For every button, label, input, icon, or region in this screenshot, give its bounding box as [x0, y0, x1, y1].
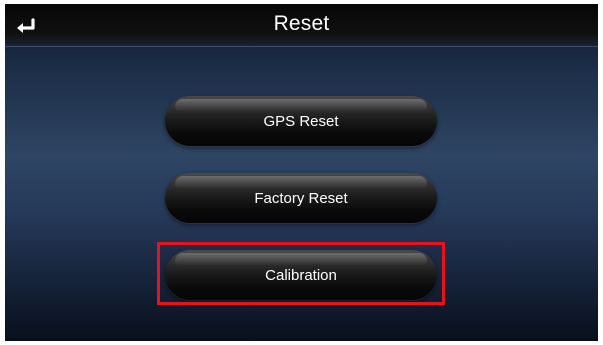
- calibration-button[interactable]: Calibration: [165, 250, 437, 300]
- factory-reset-button[interactable]: Factory Reset: [165, 173, 437, 223]
- title-bar: Reset: [5, 4, 598, 47]
- gps-reset-label: GPS Reset: [263, 112, 339, 130]
- calibration-label: Calibration: [265, 266, 337, 284]
- reset-screen: Reset GPS Reset Factory Reset Calibratio…: [5, 4, 598, 341]
- page-title: Reset: [273, 12, 330, 35]
- factory-reset-label: Factory Reset: [254, 189, 348, 207]
- gps-reset-button[interactable]: GPS Reset: [165, 96, 437, 146]
